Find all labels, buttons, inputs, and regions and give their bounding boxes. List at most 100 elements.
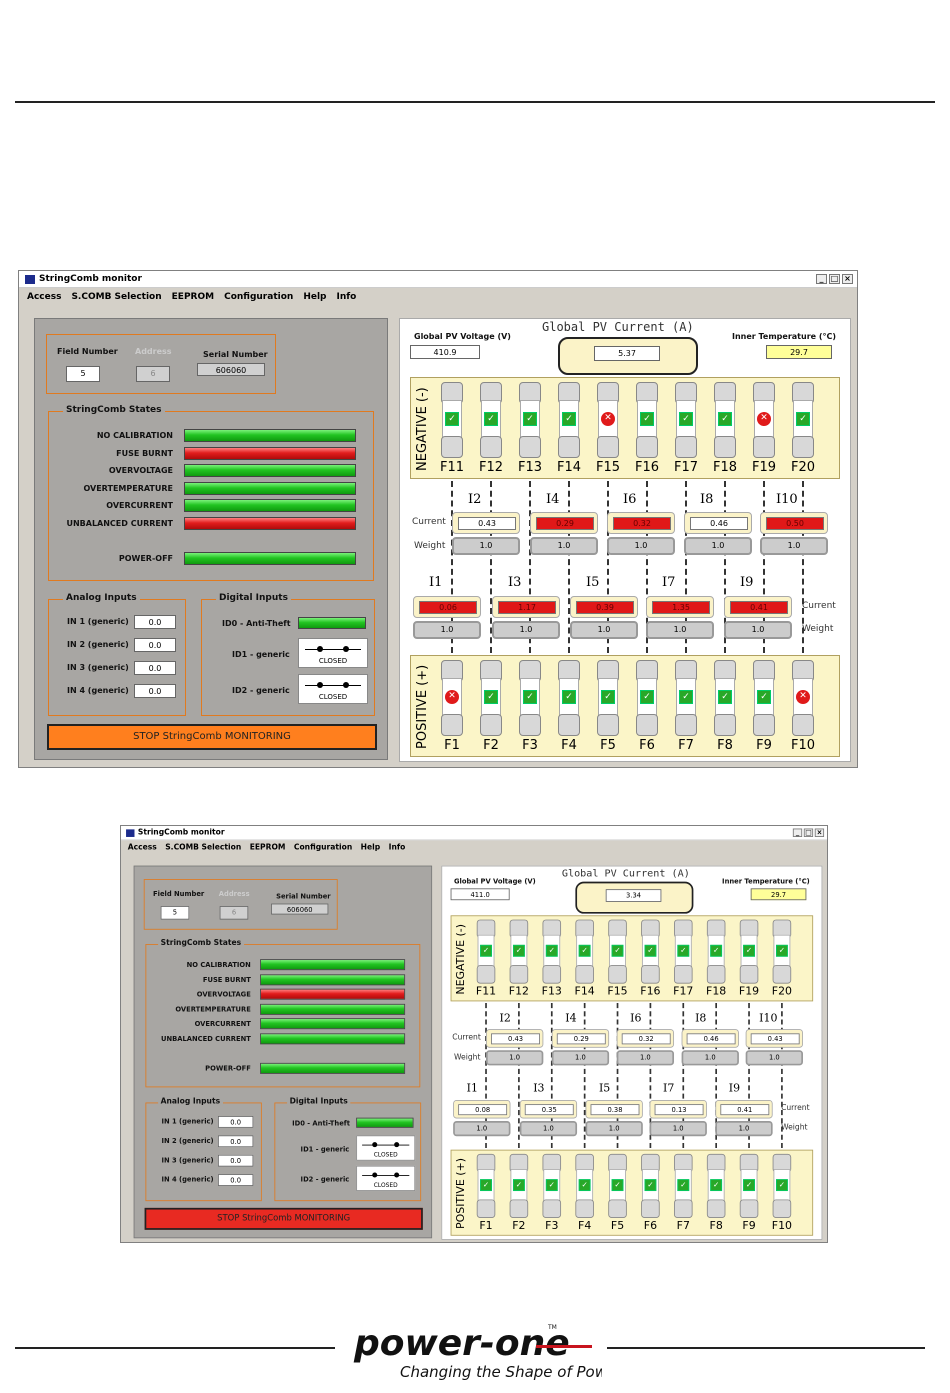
fuse-f7: ✓ [672,1153,694,1218]
states-group: StringComb States NO CALIBRATION FUSE BUR… [48,405,374,581]
menu-access[interactable]: Access [27,292,61,306]
minimize-icon[interactable]: _ [792,828,803,837]
string-weight-field[interactable]: 1.0 [745,1050,803,1066]
string-current-value: 0.39 [576,601,634,614]
string-weight-field[interactable]: 1.0 [452,537,520,555]
check-icon: ✓ [710,1179,723,1192]
check-icon: ✓ [523,690,537,704]
string-weight-field[interactable]: 1.0 [646,621,714,639]
menu-info[interactable]: Info [389,844,406,856]
menu-configuration[interactable]: Configuration [294,844,352,856]
fuse-label: F5 [610,1219,625,1233]
string-weight-field[interactable]: 1.0 [570,621,638,639]
fuse-label: F12 [478,460,504,475]
logo-tm: TM [547,1324,557,1331]
fuse-f16: ✓ [634,382,660,458]
string-label: I2 [468,492,482,507]
fuse-label: F15 [595,460,621,475]
id0-indicator [298,617,366,629]
check-icon: ✓ [480,1179,492,1192]
menu-s-comb-selection[interactable]: S.COMB Selection [71,292,161,306]
digital-inputs-group: Digital Inputs ID0 - Anti-Theft ID1 - ge… [274,1097,422,1202]
fuse-label: F11 [439,460,465,475]
fuse-f3: ✓ [517,660,543,736]
maximize-icon[interactable]: □ [829,274,840,284]
maximize-icon[interactable]: □ [803,828,814,837]
check-icon: ✓ [640,412,654,426]
menu-help[interactable]: Help [303,292,326,306]
lower-weight-label: Weight [802,624,834,634]
fuse-f3: ✓ [541,1153,563,1218]
id2-switch[interactable]: CLOSED [356,1165,416,1192]
close-icon[interactable]: × [814,828,825,837]
string-weight-field[interactable]: 1.0 [715,1121,773,1137]
string-current-value: 0.32 [613,517,671,530]
id2-switch[interactable]: CLOSED [298,674,368,704]
string-weight-field[interactable]: 1.0 [724,621,792,639]
string-weight-field[interactable]: 1.0 [530,537,598,555]
app-icon [126,829,135,837]
fuse-f1: ✓ [475,1153,497,1218]
positive-fuse-bank: POSITIVE (+) ✓ F1 ✓ F2 ✓ F3 ✓ F4 ✓ F5 ✓ F6 ✓ F7 ✓ F8 ✓ F9… [450,1149,814,1236]
string-weight-field[interactable]: 1.0 [551,1050,610,1066]
fuse-f20: ✓ [771,919,793,984]
string-current-box: 1.35 [646,596,714,618]
fuse-label: F16 [634,460,660,475]
string-weight-field[interactable]: 1.0 [649,1121,707,1137]
minimize-icon[interactable]: _ [816,274,827,284]
string-current-value: 0.13 [654,1104,704,1116]
close-icon[interactable]: × [842,274,853,284]
fuse-f1: ✕ [439,660,465,736]
string-weight-field[interactable]: 1.0 [453,1121,511,1137]
global-current-box: 5.37 [558,337,698,375]
fuse-f10: ✕ [790,660,816,736]
string-current-box: 0.32 [607,512,675,534]
states-title: StringComb States [158,938,244,948]
global-current-title: Global PV Current (A) [542,320,694,334]
string-weight-field[interactable]: 1.0 [684,537,752,555]
voltage-field: 410.9 [410,345,480,359]
menu-help[interactable]: Help [361,844,381,856]
field-number-input[interactable]: 5 [160,906,190,920]
string-weight-field[interactable]: 1.0 [607,537,675,555]
fuse-label: F13 [517,460,543,475]
state-label: OVERVOLTAGE [196,990,251,998]
string-weight-field[interactable]: 1.0 [681,1050,739,1066]
menu-eeprom[interactable]: EEPROM [172,292,214,306]
fuse-label: F6 [643,1219,658,1233]
string-current-value: 0.08 [458,1104,508,1116]
string-weight-field[interactable]: 1.0 [486,1050,544,1066]
menu-info[interactable]: Info [336,292,356,306]
string-weight-field[interactable]: 1.0 [585,1121,643,1137]
check-icon: ✓ [484,412,498,426]
stop-monitoring-button[interactable]: STOP StringComb MONITORING [144,1207,423,1230]
menu-bar: Access S.COMB Selection EEPROM Configuratio… [121,840,827,856]
fuse-label: F9 [756,738,772,753]
fuse-f7: ✓ [673,660,699,736]
string-label: I1 [466,1082,478,1095]
fuse-label: F18 [712,460,738,475]
check-icon: ✓ [718,690,732,704]
string-weight-field[interactable]: 1.0 [492,621,560,639]
string-current-box: 0.06 [413,596,481,618]
analog-inputs-title: Analog Inputs [63,593,140,603]
id1-switch[interactable]: CLOSED [356,1135,416,1161]
menu-access[interactable]: Access [128,844,157,856]
menu-s-comb-selection[interactable]: S.COMB Selection [165,844,241,856]
check-icon: ✓ [445,412,459,426]
field-number-input[interactable]: 5 [66,366,100,382]
string-weight-field[interactable]: 1.0 [413,621,481,639]
fuse-f13: ✓ [541,919,563,984]
string-weight-field[interactable]: 1.0 [519,1121,578,1137]
serial-number-field: 606060 [271,903,329,915]
string-label: I4 [565,1012,577,1025]
analog-input-value: 0.0 [217,1154,254,1167]
fuse-label: F5 [600,738,616,753]
string-weight-field[interactable]: 1.0 [616,1050,675,1066]
stop-monitoring-button[interactable]: STOP StringComb MONITORING [47,724,377,750]
check-icon: ✓ [545,944,558,957]
id1-switch[interactable]: CLOSED [298,638,368,668]
menu-eeprom[interactable]: EEPROM [250,844,286,856]
menu-configuration[interactable]: Configuration [224,292,293,306]
string-weight-field[interactable]: 1.0 [760,537,828,555]
